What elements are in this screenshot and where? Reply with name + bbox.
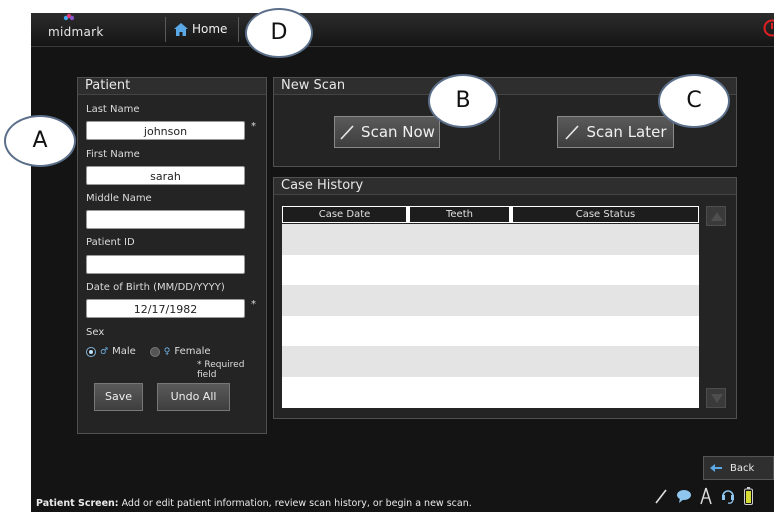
scan-later-label: Scan Later xyxy=(586,123,667,141)
scan-divider xyxy=(499,108,500,160)
logo-text: midmark xyxy=(48,25,104,39)
first-name-field[interactable]: sarah xyxy=(86,166,245,185)
status-help-text: Patient Screen: Add or edit patient info… xyxy=(36,498,472,509)
case-history-title: Case History xyxy=(274,178,736,195)
col-case-date[interactable]: Case Date xyxy=(283,207,406,222)
dob-field[interactable]: 12/17/1982 xyxy=(86,299,245,318)
header-divider xyxy=(165,17,166,42)
required-star: * xyxy=(251,299,256,310)
case-table-header: Case Date Teeth Case Status xyxy=(282,206,699,223)
middle-name-field[interactable] xyxy=(86,210,245,229)
scan-later-button[interactable]: Scan Later xyxy=(557,116,674,148)
system-status-icons xyxy=(654,485,753,507)
undo-all-button[interactable]: Undo All xyxy=(157,383,230,411)
patient-id-label: Patient ID xyxy=(86,237,135,248)
back-arrow-icon xyxy=(710,464,722,472)
scroll-up-button[interactable] xyxy=(706,206,726,226)
sex-radio-group: ♂ Male ♀ Female xyxy=(86,346,211,357)
callout-b: B xyxy=(428,74,498,128)
status-heading: Patient Screen: xyxy=(36,498,119,509)
home-button[interactable]: Home xyxy=(174,19,227,39)
callout-a: A xyxy=(4,115,76,167)
table-row[interactable] xyxy=(282,346,699,377)
table-row[interactable] xyxy=(282,254,699,286)
male-radio[interactable] xyxy=(86,346,96,357)
male-label: Male xyxy=(112,346,136,357)
scan-wand-icon xyxy=(565,125,580,140)
back-label: Back xyxy=(730,462,755,474)
required-star: * xyxy=(251,121,256,132)
logo-mark-icon xyxy=(63,13,75,21)
table-row[interactable] xyxy=(282,285,699,316)
save-button[interactable]: Save xyxy=(94,383,143,411)
case-table-body xyxy=(282,224,699,408)
patient-id-field[interactable] xyxy=(86,255,245,274)
male-icon: ♂ xyxy=(100,346,109,357)
dob-label: Date of Birth (MM/DD/YYYY) xyxy=(86,282,225,293)
middle-name-label: Middle Name xyxy=(86,193,152,204)
last-name-field[interactable]: johnson xyxy=(86,121,245,140)
power-icon[interactable] xyxy=(763,19,774,37)
home-label: Home xyxy=(192,22,228,36)
scan-now-label: Scan Now xyxy=(361,123,435,141)
home-icon xyxy=(174,22,188,36)
back-button[interactable]: Back xyxy=(703,456,774,480)
callout-c: C xyxy=(658,74,730,128)
table-row[interactable] xyxy=(282,376,699,408)
callout-d: D xyxy=(245,8,313,58)
case-history-panel: Case History Case Date Teeth Case Status xyxy=(273,177,737,419)
female-icon: ♀ xyxy=(163,346,171,357)
headset-icon xyxy=(722,490,734,504)
scan-wand-icon xyxy=(340,125,354,140)
table-row[interactable] xyxy=(282,224,699,255)
table-row[interactable] xyxy=(282,315,699,347)
scroll-down-button[interactable] xyxy=(706,388,726,408)
patient-panel: Patient Last Name johnson * First Name s… xyxy=(77,77,267,434)
required-note: * Required field xyxy=(197,360,245,380)
sex-label: Sex xyxy=(86,327,105,338)
wand-status-icon xyxy=(655,489,667,504)
battery-icon xyxy=(744,487,753,505)
top-bar: midmark Home xyxy=(31,13,774,47)
status-description: Add or edit patient information, review … xyxy=(118,498,472,509)
signal-icon xyxy=(700,487,712,505)
scan-now-button[interactable]: Scan Now xyxy=(334,116,440,148)
header-divider xyxy=(238,17,239,42)
patient-panel-title: Patient xyxy=(78,78,266,95)
col-case-status[interactable]: Case Status xyxy=(513,207,698,222)
female-label: Female xyxy=(174,346,211,357)
col-teeth[interactable]: Teeth xyxy=(410,207,509,222)
chat-icon xyxy=(677,490,691,503)
last-name-label: Last Name xyxy=(86,104,140,115)
first-name-label: First Name xyxy=(86,149,140,160)
midmark-logo: midmark xyxy=(48,13,104,39)
female-radio[interactable] xyxy=(149,346,160,357)
